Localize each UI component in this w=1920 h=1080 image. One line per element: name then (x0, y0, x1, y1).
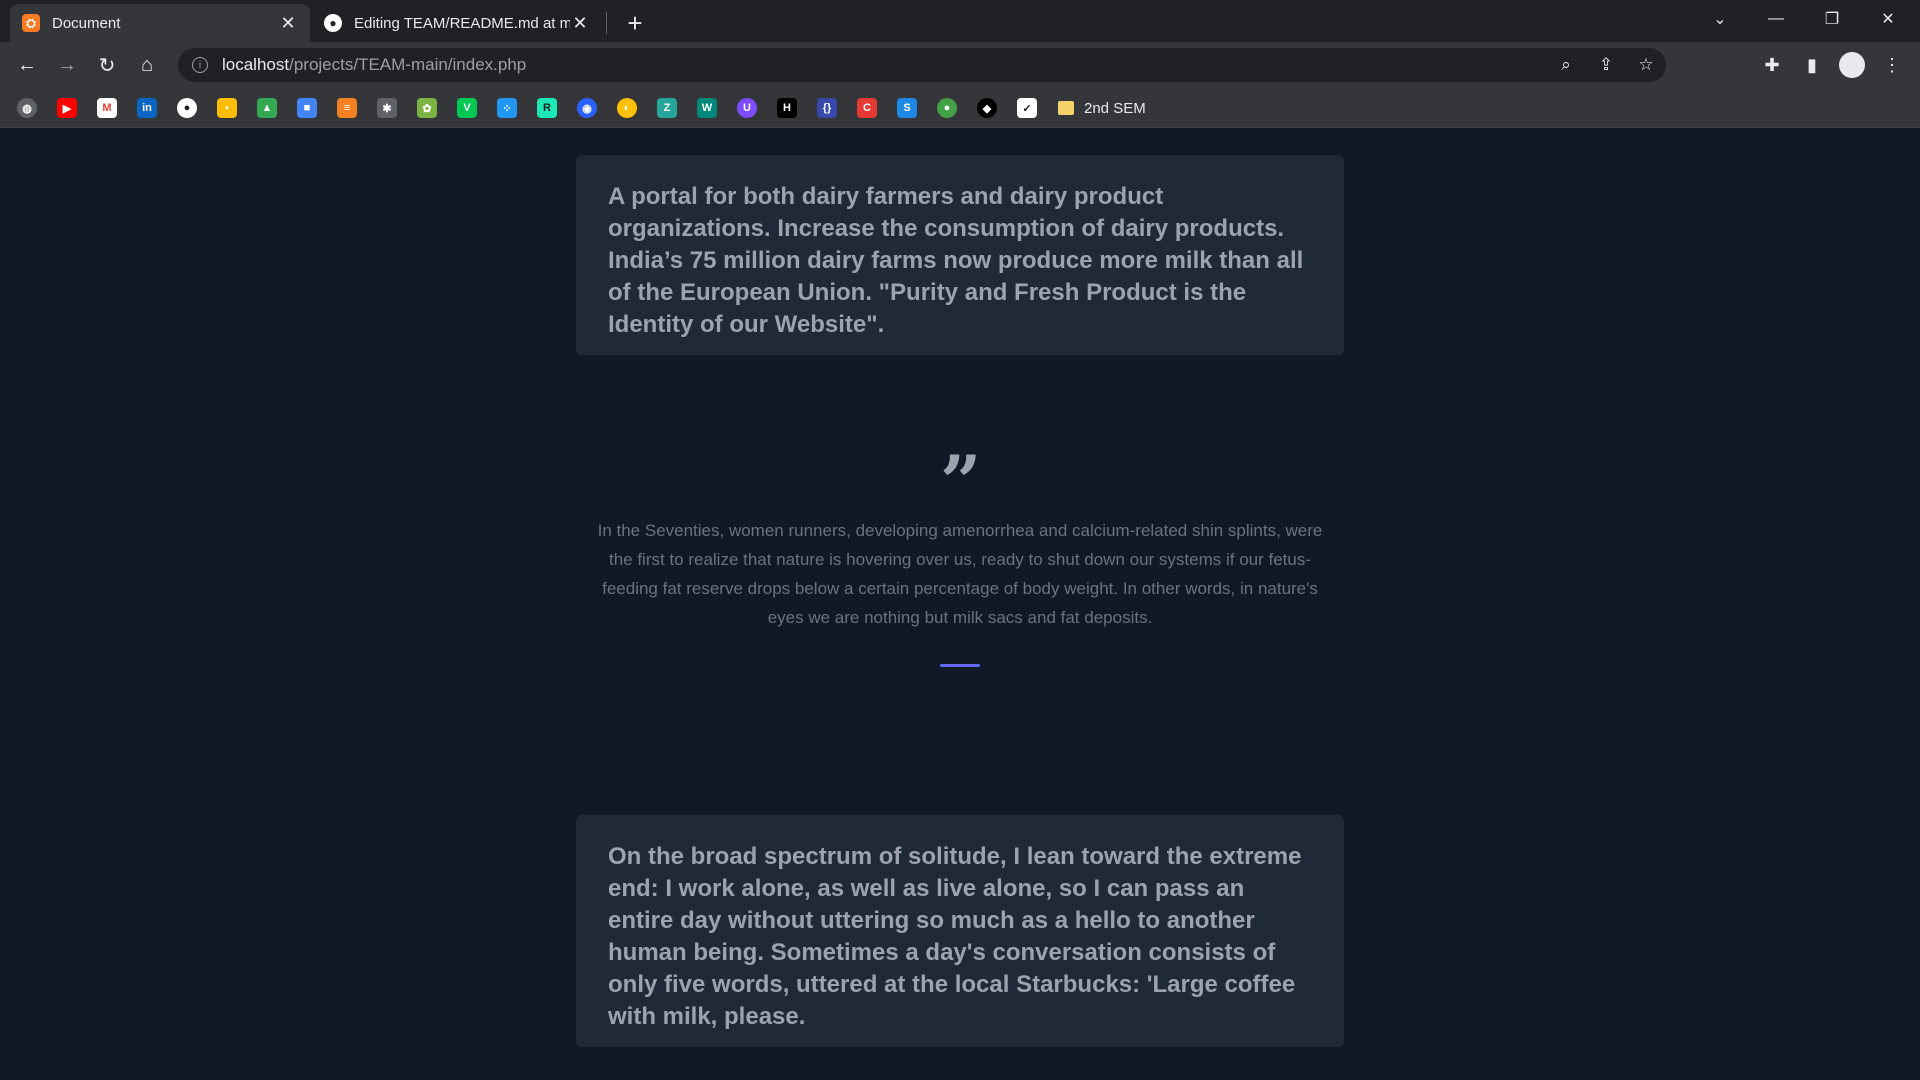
url-text: localhost/projects/TEAM-main/index.php (222, 55, 526, 75)
bookmark-star-icon[interactable]: ☆ (1626, 55, 1666, 75)
testimonial-text: In the Seventies, women runners, develop… (597, 521, 1323, 627)
address-bar[interactable]: i localhost/projects/TEAM-main/index.php… (178, 48, 1666, 82)
extensions-icon[interactable]: ✚ (1756, 49, 1788, 81)
github-icon: ● (324, 14, 342, 32)
github-bookmark-icon[interactable]: ● (177, 98, 197, 118)
globe-bookmark-icon[interactable]: ◍ (17, 98, 37, 118)
s-bookmark-icon[interactable]: S (897, 98, 917, 118)
z-bookmark-icon[interactable]: Z (657, 98, 677, 118)
back-button[interactable]: ← (11, 49, 43, 81)
tab-search-button[interactable]: ⌄ (1692, 0, 1748, 38)
profile-avatar[interactable] (1836, 49, 1868, 81)
quote-icon: ” (940, 439, 982, 524)
dots-bookmark-icon[interactable]: ⁘ (497, 98, 517, 118)
bookmark-folder-label: 2nd SEM (1084, 99, 1146, 117)
linkedin-bookmark-icon[interactable]: in (137, 98, 157, 118)
tab-strip: ⛭ Document ✕ ● Editing TEAM/README.md at… (0, 0, 1920, 42)
close-icon[interactable]: ✕ (278, 13, 298, 33)
solitude-card: On the broad spectrum of solitude, I lea… (576, 815, 1344, 1047)
gmail-bookmark-icon[interactable]: M (97, 98, 117, 118)
browser-chrome: ⛭ Document ✕ ● Editing TEAM/README.md at… (0, 0, 1920, 128)
intro-card-text: A portal for both dairy farmers and dair… (608, 183, 1304, 338)
hackerrank-bookmark-icon[interactable]: H (777, 98, 797, 118)
side-panel-icon[interactable]: ▮ (1796, 49, 1828, 81)
u-bookmark-icon[interactable]: U (737, 98, 757, 118)
url-path: /projects/TEAM-main/index.php (289, 55, 527, 74)
diamond-bookmark-icon[interactable]: ◆ (977, 98, 997, 118)
intro-card: A portal for both dairy farmers and dair… (576, 155, 1344, 355)
frog-bookmark-icon[interactable]: ✿ (417, 98, 437, 118)
reload-button[interactable]: ↻ (91, 49, 123, 81)
bookmark-folder-2nd-sem[interactable]: 2nd SEM (1058, 97, 1146, 119)
tab-github-readme[interactable]: ● Editing TEAM/README.md at ma ✕ (312, 4, 602, 42)
tab-document[interactable]: ⛭ Document ✕ (10, 4, 310, 42)
youtube-bookmark-icon[interactable]: ▶ (57, 98, 77, 118)
v-bookmark-icon[interactable]: V (457, 98, 477, 118)
meet-bookmark-icon[interactable]: ■ (297, 98, 317, 118)
share-icon[interactable]: ⇪ (1586, 55, 1626, 75)
minimize-button[interactable]: — (1748, 0, 1804, 38)
accent-divider (940, 664, 980, 667)
tab-title: Editing TEAM/README.md at ma (354, 14, 570, 32)
c-bookmark-icon[interactable]: C (857, 98, 877, 118)
folder-icon (1058, 101, 1074, 115)
green-circle-bookmark-icon[interactable]: ● (937, 98, 957, 118)
blue-circle-bookmark-icon[interactable]: ◉ (577, 98, 597, 118)
new-tab-button[interactable]: + (620, 8, 650, 38)
check-bookmark-icon[interactable]: ✓ (1017, 98, 1037, 118)
zoom-icon[interactable]: ⌕ (1546, 55, 1586, 75)
xampp-icon: ⛭ (22, 14, 40, 32)
tab-title: Document (52, 14, 121, 32)
keep-bookmark-icon[interactable]: ▪ (217, 98, 237, 118)
close-icon[interactable]: ✕ (570, 13, 590, 33)
bookmarks-bar: ◍ ▶ M in ● ▪ ▲ ■ ≡ ✱ ✿ V ⁘ R ◉ ◐ Z W U H… (0, 88, 1920, 128)
forward-button[interactable]: → (51, 49, 83, 81)
home-button[interactable]: ⌂ (131, 49, 163, 81)
tab-separator (606, 12, 607, 34)
stackoverflow-bookmark-icon[interactable]: ≡ (337, 98, 357, 118)
bug-bookmark-icon[interactable]: ✱ (377, 98, 397, 118)
toolbar: ← → ↻ ⌂ i localhost/projects/TEAM-main/i… (0, 42, 1920, 88)
close-window-button[interactable]: ✕ (1860, 0, 1916, 38)
solitude-card-text: On the broad spectrum of solitude, I lea… (608, 843, 1302, 1030)
brackets-bookmark-icon[interactable]: {} (817, 98, 837, 118)
restore-button[interactable]: ❐ (1804, 0, 1860, 38)
page-content: A portal for both dairy farmers and dair… (0, 128, 1920, 1078)
menu-icon[interactable]: ⋮ (1876, 49, 1908, 81)
yellow-bookmark-icon[interactable]: ◐ (617, 98, 637, 118)
url-host: localhost (222, 55, 290, 74)
w-bookmark-icon[interactable]: W (697, 98, 717, 118)
r-bookmark-icon[interactable]: R (537, 98, 557, 118)
drive-bookmark-icon[interactable]: ▲ (257, 98, 277, 118)
site-info-icon[interactable]: i (192, 57, 208, 73)
